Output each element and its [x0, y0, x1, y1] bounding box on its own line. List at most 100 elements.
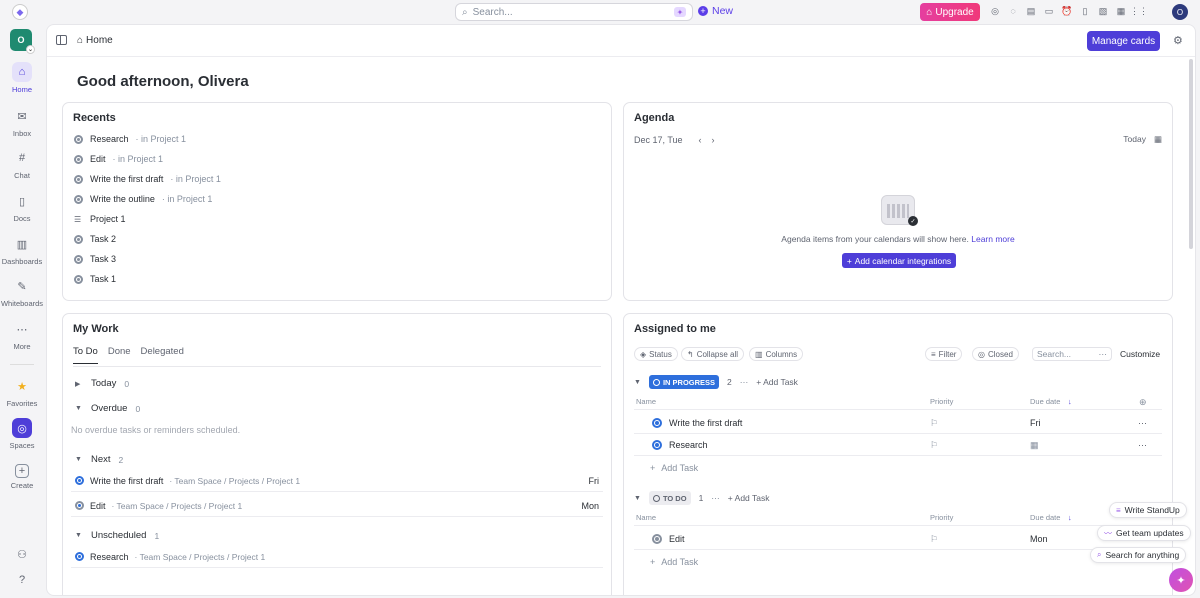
- apps-grid-icon[interactable]: ⋮⋮: [1130, 4, 1148, 18]
- recent-item[interactable]: Task 3: [74, 254, 116, 264]
- closed-chip[interactable]: ◎ Closed: [972, 347, 1019, 361]
- task-row[interactable]: Research · Team Space / Projects / Proje…: [71, 546, 603, 568]
- more-icon[interactable]: ⋯: [711, 493, 720, 504]
- status-badge[interactable]: IN PROGRESS: [648, 375, 720, 389]
- recent-item[interactable]: Write the first draft · in Project 1: [74, 174, 221, 184]
- columns-chip[interactable]: ▥ Columns: [749, 347, 804, 361]
- status-chip[interactable]: ◈ Status: [634, 347, 678, 361]
- group-unscheduled[interactable]: ▼ Unscheduled 1: [75, 530, 159, 541]
- write-standup-button[interactable]: ≡ Write StandUp: [1109, 502, 1187, 518]
- flag-icon[interactable]: ⚐: [930, 534, 938, 545]
- status-icon[interactable]: [75, 476, 84, 485]
- timer-icon[interactable]: ◌: [1006, 4, 1020, 18]
- gear-icon[interactable]: ⚙: [1173, 34, 1183, 47]
- flag-icon[interactable]: ⚐: [930, 440, 938, 451]
- task-row[interactable]: Write the first draft · Team Space / Pro…: [71, 470, 603, 492]
- table-row[interactable]: Write the first draft ⚐ Fri ⋯: [634, 412, 1162, 434]
- add-task-row[interactable]: + Add Task: [650, 463, 698, 473]
- table-row[interactable]: Edit ⚐ Mon: [634, 528, 1162, 550]
- add-task-inline[interactable]: + Add Task: [756, 377, 798, 387]
- status-icon[interactable]: [75, 552, 84, 561]
- status-badge[interactable]: TO DO: [648, 491, 691, 505]
- more-icon[interactable]: ⋯: [1138, 440, 1147, 451]
- today-button[interactable]: Today: [1123, 134, 1146, 145]
- video-icon[interactable]: ▭: [1042, 4, 1056, 18]
- recent-item[interactable]: ☰ Project 1: [74, 214, 126, 224]
- task-due[interactable]: Mon: [1030, 534, 1048, 544]
- status-icon[interactable]: [75, 501, 84, 510]
- clickup-logo-icon[interactable]: ◆: [12, 4, 28, 20]
- sidebar-item-more[interactable]: ⋯ More: [0, 319, 44, 352]
- calendar-icon[interactable]: ▦: [1030, 440, 1039, 451]
- scrollbar[interactable]: [1189, 59, 1193, 249]
- filter-chip[interactable]: ≡ Filter: [925, 347, 963, 361]
- breadcrumb[interactable]: ⌂ Home: [77, 35, 113, 46]
- more-icon[interactable]: ⋯: [740, 377, 749, 388]
- whiteboard-icon[interactable]: ▧: [1096, 4, 1110, 18]
- add-task-row[interactable]: + Add Task: [650, 557, 698, 567]
- tab-delegated[interactable]: Delegated: [141, 346, 184, 364]
- sort-down-icon[interactable]: ↓: [1068, 513, 1072, 522]
- add-column-icon[interactable]: ⊕: [1139, 397, 1147, 408]
- sidebar-item-dashboards[interactable]: ▥ Dashboards: [0, 234, 44, 267]
- add-task-inline[interactable]: + Add Task: [728, 493, 770, 503]
- chevron-right-icon[interactable]: ›: [712, 135, 715, 145]
- doc-icon[interactable]: ▯: [1078, 4, 1092, 18]
- recent-item[interactable]: Write the outline · in Project 1: [74, 194, 212, 204]
- upgrade-button[interactable]: ⌂ Upgrade: [920, 3, 980, 21]
- caret-down-icon[interactable]: ▼: [634, 379, 641, 386]
- workspace-avatar[interactable]: O ⌄: [10, 29, 35, 54]
- more-icon[interactable]: ⋯: [1099, 349, 1108, 360]
- sort-down-icon[interactable]: ↓: [1068, 397, 1072, 406]
- assigned-search-input[interactable]: Search... ⋯: [1032, 347, 1112, 361]
- new-button[interactable]: + New: [698, 5, 733, 17]
- ai-assistant-button[interactable]: ✦: [1169, 568, 1193, 592]
- status-icon[interactable]: [652, 418, 662, 428]
- tab-todo[interactable]: To Do: [73, 346, 98, 364]
- sidebar-item-inbox[interactable]: ✉ Inbox: [0, 106, 44, 139]
- group-today[interactable]: ▶ Today 0: [75, 378, 129, 389]
- tab-done[interactable]: Done: [108, 346, 131, 364]
- table-row[interactable]: Research ⚐ ▦ ⋯: [634, 434, 1162, 456]
- global-search-input[interactable]: ⌕ Search... ✦: [455, 3, 693, 21]
- calendar-icon[interactable]: ▦: [1114, 4, 1128, 18]
- team-updates-button[interactable]: 〰 Get team updates: [1097, 525, 1191, 541]
- collapse-all-chip[interactable]: ↰ Collapse all: [681, 347, 745, 361]
- group-overdue[interactable]: ▼ Overdue 0: [75, 403, 140, 414]
- notepad-icon[interactable]: ▤: [1024, 4, 1038, 18]
- task-due[interactable]: Fri: [1030, 418, 1041, 428]
- help-button[interactable]: ?: [0, 570, 44, 590]
- learn-more-link[interactable]: Learn more: [971, 234, 1014, 244]
- recent-item[interactable]: Task 2: [74, 234, 116, 244]
- sidebar-item-create[interactable]: + Create: [0, 464, 44, 490]
- status-icon[interactable]: [652, 534, 662, 544]
- chevron-left-icon[interactable]: ‹: [699, 135, 702, 145]
- col-due[interactable]: Due date: [1030, 513, 1060, 522]
- user-avatar[interactable]: O: [1172, 4, 1188, 20]
- ai-icon[interactable]: ✦: [674, 7, 686, 17]
- sidebar-item-favorites[interactable]: ★ Favorites: [0, 376, 44, 409]
- sidebar-item-whiteboards[interactable]: ✎ Whiteboards: [0, 276, 44, 309]
- sidebar-toggle-icon[interactable]: [56, 35, 67, 45]
- recent-item[interactable]: Task 1: [74, 274, 116, 284]
- sidebar-item-chat[interactable]: # Chat: [0, 148, 44, 180]
- group-next[interactable]: ▼ Next 2: [75, 454, 123, 465]
- more-icon[interactable]: ⋯: [1138, 418, 1147, 429]
- invite-user-button[interactable]: ⚇: [0, 544, 44, 564]
- customize-button[interactable]: Customize: [1120, 349, 1160, 359]
- recent-item[interactable]: Research · in Project 1: [74, 134, 186, 144]
- recent-item[interactable]: Edit · in Project 1: [74, 154, 163, 164]
- flag-icon[interactable]: ⚐: [930, 418, 938, 429]
- col-due[interactable]: Due date: [1030, 397, 1060, 406]
- caret-down-icon[interactable]: ▼: [634, 495, 641, 502]
- sidebar-item-home[interactable]: ⌂ Home: [0, 62, 44, 94]
- task-row[interactable]: Edit · Team Space / Projects / Project 1…: [71, 495, 603, 517]
- alarm-icon[interactable]: ⏰: [1060, 4, 1074, 18]
- search-anything-button[interactable]: ⌕ Search for anything: [1090, 547, 1187, 563]
- sidebar-item-spaces[interactable]: ◎ Spaces: [0, 418, 44, 450]
- manage-cards-button[interactable]: Manage cards: [1087, 31, 1160, 51]
- calendar-icon[interactable]: ▦: [1154, 134, 1162, 145]
- sidebar-item-docs[interactable]: ▯ Docs: [0, 191, 44, 224]
- status-icon[interactable]: [652, 440, 662, 450]
- check-circle-icon[interactable]: ◎: [988, 4, 1002, 18]
